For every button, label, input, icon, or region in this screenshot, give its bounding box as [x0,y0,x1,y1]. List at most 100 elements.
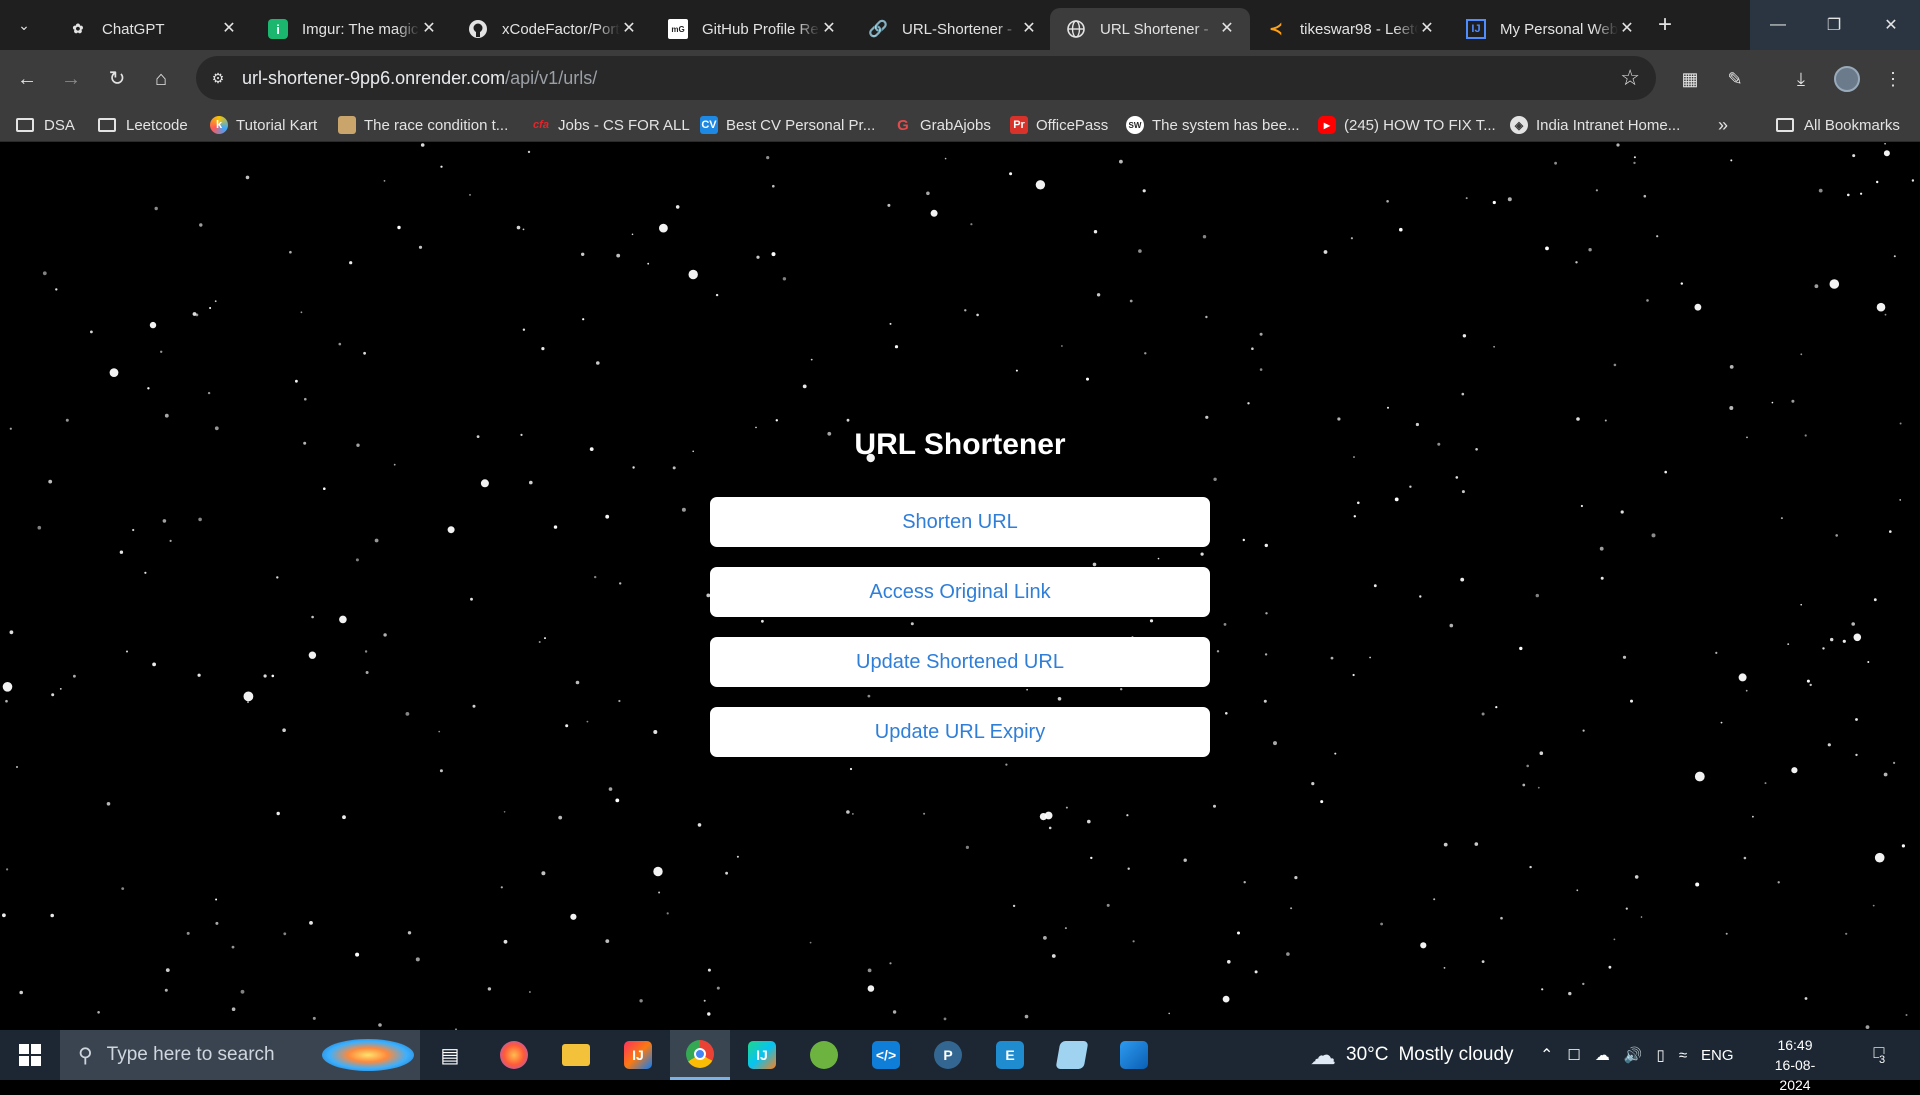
bookmark-youtube[interactable]: ▶ (245) HOW TO FIX T... [1318,112,1496,138]
tab-url-shortener-repo[interactable]: 🔗 URL-Shortener - ✕ [852,8,1052,50]
clock[interactable]: 16:49 16-08-2024 [1760,1035,1830,1095]
home-button[interactable]: ⌂ [146,64,176,94]
close-icon[interactable]: ✕ [220,20,238,38]
notifications-button[interactable]: □ 3 [1866,1042,1892,1068]
cloud-sync-icon[interactable]: ☁ [1595,1046,1610,1064]
star-dot [487,987,492,991]
meet-now-icon[interactable]: ☐ [1567,1046,1580,1064]
bookmark-india-intranet[interactable]: ◈ India Intranet Home... [1510,112,1680,138]
edge-style-app[interactable]: E [980,1030,1040,1080]
weather-temp: 30°C [1346,1044,1389,1065]
star-dot [1144,352,1147,355]
window-close-button[interactable]: ✕ [1862,0,1920,50]
star-dot [943,1017,947,1021]
update-shortened-url-button[interactable]: Update Shortened URL [710,637,1210,687]
all-bookmarks[interactable]: All Bookmarks [1776,112,1900,138]
star-dot [632,466,635,469]
site-info-icon[interactable]: ⚙ [206,66,230,90]
app-e-icon: E [996,1041,1024,1069]
postgres-elephant-icon: P [934,1041,962,1069]
tab-github[interactable]: xCodeFactor/Portfolio ✕ [452,8,652,50]
bookmark-leetcode[interactable]: Leetcode [98,112,188,138]
star-dot [1613,363,1617,367]
bookmark-star-icon[interactable]: ☆ [1620,66,1640,90]
star-dot [1119,159,1123,164]
tab-leetcode[interactable]: ≺ tikeswar98 - LeetCode ✕ [1250,8,1450,50]
close-icon[interactable]: ✕ [820,20,838,38]
bookmark-system-has-been[interactable]: SW The system has bee... [1126,112,1300,138]
minimize-button[interactable]: — [1750,0,1806,50]
bookmark-grabajobs[interactable]: G GrabAjobs [894,112,991,138]
star-dot [889,962,892,965]
profile-avatar[interactable] [1834,66,1860,92]
restore-button[interactable]: ❐ [1806,0,1862,50]
start-button[interactable] [0,1030,60,1080]
star-dot [1529,865,1532,869]
extensions-icon[interactable]: ✎ [1720,64,1750,94]
star-dot [810,358,813,361]
access-original-link-button[interactable]: Access Original Link [710,567,1210,617]
download-icon[interactable]: ⤓ [1786,64,1816,94]
task-view-icon: ▤ [440,1044,460,1067]
bookmark-jobs-cs[interactable]: cfa Jobs - CS FOR ALL [532,112,690,138]
url-text[interactable]: url-shortener-9pp6.onrender.com/api/v1/u… [242,68,597,89]
update-url-expiry-button[interactable]: Update URL Expiry [710,707,1210,757]
reload-button[interactable]: ↻ [102,64,132,94]
tab-url-shortener-active[interactable]: URL Shortener - ✕ [1050,8,1250,50]
star-dot [438,730,441,733]
tab-search-button[interactable]: ⌄ [8,10,40,40]
tab-personal-website[interactable]: IJ My Personal Website ✕ [1450,8,1650,50]
tab-chatgpt[interactable]: ✿ ChatGPT ✕ [52,8,252,50]
star-dot [1800,603,1802,606]
star-dot [846,810,850,814]
taskbar-search[interactable]: ⚲ Type here to search [60,1030,420,1080]
star-dot [132,528,135,532]
close-icon[interactable]: ✕ [420,20,438,38]
photos-app[interactable] [1104,1030,1164,1080]
bookmark-best-cv[interactable]: CV Best CV Personal Pr... [700,112,875,138]
star-dot [1630,699,1633,703]
chevron-up-icon[interactable]: ⌃ [1540,1045,1553,1065]
new-tab-button[interactable]: + [1650,10,1680,40]
bookmark-race-condition[interactable]: The race condition t... [338,112,508,138]
folder-icon [562,1044,590,1066]
intellij-app[interactable]: IJ [608,1030,668,1080]
bookmark-tutorial-kart[interactable]: k Tutorial Kart [210,112,317,138]
vscode-app[interactable]: </> [856,1030,916,1080]
bookmark-officepass[interactable]: Pr OfficePass [1010,112,1108,138]
bookmark-dsa[interactable]: DSA [16,112,75,138]
tab-imgur[interactable]: i Imgur: The magic of the Internet ✕ [252,8,452,50]
spring-app[interactable] [794,1030,854,1080]
volume-icon[interactable]: 🔊 [1624,1046,1643,1064]
battery-icon[interactable]: ▯ [1657,1046,1665,1064]
bookmark-label: The race condition t... [364,116,509,134]
forward-button[interactable]: → [56,64,86,94]
back-button[interactable]: ← [12,64,42,94]
close-icon[interactable]: ✕ [620,20,638,38]
menu-kebab-icon[interactable]: ⋮ [1878,64,1908,94]
webstorm-app[interactable]: IJ [732,1030,792,1080]
close-icon[interactable]: ✕ [1218,20,1236,38]
postgres-app[interactable]: P [918,1030,978,1080]
task-view-button[interactable]: ▤ [420,1030,480,1080]
language-indicator[interactable]: ENG [1701,1047,1734,1064]
notes-app[interactable] [1042,1030,1102,1080]
star-dot [215,898,218,901]
star-dot [215,921,219,925]
close-icon[interactable]: ✕ [1020,20,1038,38]
chrome-app[interactable] [670,1030,730,1080]
weather-widget[interactable]: ☁ 30°C Mostly cloudy [1310,1030,1514,1080]
bookmark-label: GrabAjobs [920,116,991,134]
shorten-url-button[interactable]: Shorten URL [710,497,1210,547]
close-icon[interactable]: ✕ [1618,20,1636,38]
firefox-app[interactable] [484,1030,544,1080]
tab-github-readme[interactable]: mG GitHub Profile Readme ✕ [652,8,852,50]
file-explorer-app[interactable] [546,1030,606,1080]
close-icon[interactable]: ✕ [1418,20,1436,38]
star-dot [355,558,359,562]
address-bar[interactable]: ⚙ url-shortener-9pp6.onrender.com/api/v1… [196,56,1656,100]
more-bookmarks-button[interactable]: » [1718,112,1728,138]
translate-icon[interactable]: ▦ [1675,64,1705,94]
wifi-icon[interactable]: ≈ [1679,1047,1687,1064]
star-dot [1855,753,1858,757]
